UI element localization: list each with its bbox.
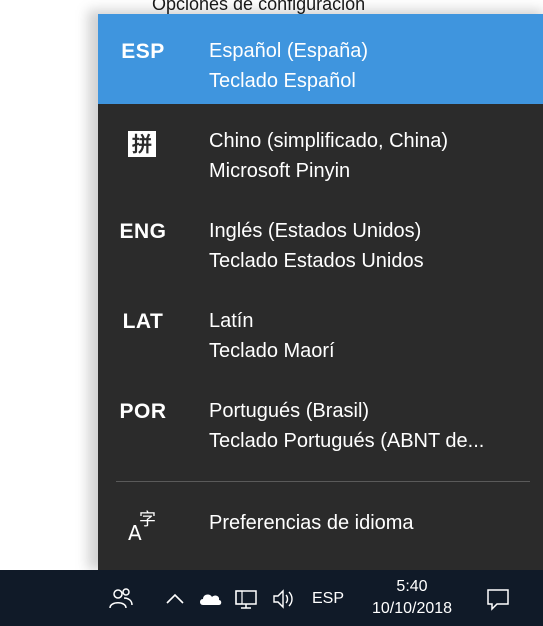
keyboard-name: Teclado Español	[209, 70, 356, 92]
language-item-lat[interactable]: LAT Latín Teclado Maorí	[98, 284, 543, 374]
language-name: Chino (simplificado, China)	[209, 130, 448, 152]
language-name: Portugués (Brasil)	[209, 400, 370, 422]
taskbar: ESP 5:40 10/10/2018	[0, 570, 543, 626]
network-icon[interactable]	[233, 586, 259, 612]
language-preferences-link[interactable]: A 字 Preferencias de idioma	[98, 494, 543, 554]
language-item-eng[interactable]: ENG Inglés (Estados Unidos) Teclado Esta…	[98, 194, 543, 284]
language-item-por[interactable]: POR Portugués (Brasil) Teclado Portugués…	[98, 374, 543, 464]
language-preferences-label: Preferencias de idioma	[209, 512, 414, 534]
language-name: Latín	[209, 310, 254, 332]
language-preferences-icon: A 字	[128, 510, 156, 542]
people-icon[interactable]	[108, 586, 134, 612]
pinyin-ime-icon: 拼	[128, 131, 156, 157]
svg-text:字: 字	[139, 510, 156, 530]
language-code: ENG	[119, 220, 167, 243]
flyout-divider	[116, 481, 530, 482]
taskbar-language-indicator[interactable]: ESP	[312, 590, 344, 608]
volume-icon[interactable]	[270, 586, 296, 612]
taskbar-clock[interactable]: 5:40 10/10/2018	[360, 576, 464, 620]
clock-time: 5:40	[396, 578, 428, 595]
language-name: Español (España)	[209, 40, 368, 62]
keyboard-name: Microsoft Pinyin	[209, 160, 351, 182]
language-code: POR	[119, 400, 167, 423]
language-code: LAT	[122, 310, 164, 333]
action-center-icon[interactable]	[485, 586, 511, 612]
language-code: ESP	[121, 40, 165, 63]
onedrive-cloud-icon[interactable]	[197, 586, 223, 612]
keyboard-name: Teclado Maorí	[209, 340, 335, 362]
keyboard-name: Teclado Estados Unidos	[209, 250, 424, 272]
chevron-up-icon[interactable]	[162, 586, 188, 612]
clock-date: 10/10/2018	[371, 600, 453, 617]
input-language-flyout: ESP Español (España) Teclado Español 拼 C…	[98, 14, 543, 570]
keyboard-name: Teclado Portugués (ABNT de...	[209, 430, 485, 452]
language-item-chinese[interactable]: 拼 Chino (simplificado, China) Microsoft …	[98, 104, 543, 194]
language-name: Inglés (Estados Unidos)	[209, 220, 422, 242]
language-item-esp[interactable]: ESP Español (España) Teclado Español	[98, 14, 543, 104]
